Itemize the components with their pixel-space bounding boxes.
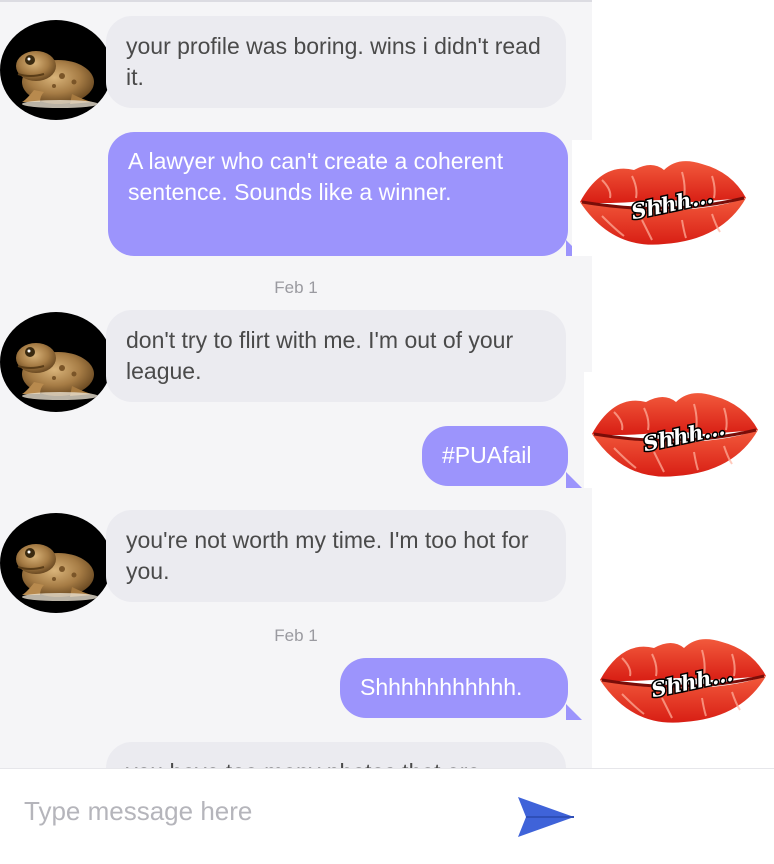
lips-sticker-icon: Shhh...: [584, 372, 764, 488]
message-text: you have too many photos that are: [126, 759, 480, 768]
toad-avatar-icon[interactable]: [0, 513, 112, 613]
toad-avatar-icon[interactable]: [0, 20, 112, 120]
lips-sticker-icon: Shhh...: [572, 140, 752, 256]
sent-message: A lawyer who can't create a coherent sen…: [108, 132, 568, 256]
lips-sticker-icon: Shhh...: [592, 618, 772, 734]
message-input[interactable]: [24, 791, 484, 831]
message-text: Shhhhhhhhhhh.: [360, 674, 523, 700]
sent-message: Shhhhhhhhhhh.: [340, 658, 568, 718]
date-separator: Feb 1: [274, 278, 318, 297]
bubble-tail: [566, 472, 582, 488]
message-text: #PUAfail: [442, 442, 532, 468]
message-text: A lawyer who can't create a coherent sen…: [128, 148, 504, 205]
sent-message: #PUAfail: [422, 426, 568, 486]
received-message: you have too many photos that are: [106, 742, 566, 768]
message-text: your profile was boring. wins i didn't r…: [126, 33, 541, 90]
message-text: don't try to flirt with me. I'm out of y…: [126, 327, 514, 384]
bubble-tail: [566, 704, 582, 720]
received-message: don't try to flirt with me. I'm out of y…: [106, 310, 566, 402]
received-message: you're not worth my time. I'm too hot fo…: [106, 510, 566, 602]
send-arrow-icon[interactable]: [514, 793, 578, 841]
toad-avatar-icon[interactable]: [0, 312, 112, 412]
message-text: you're not worth my time. I'm too hot fo…: [126, 527, 529, 584]
received-message: your profile was boring. wins i didn't r…: [106, 16, 566, 108]
message-composer: [0, 768, 774, 864]
chat-thread[interactable]: your profile was boring. wins i didn't r…: [0, 0, 592, 768]
date-separator: Feb 1: [274, 626, 318, 645]
top-divider: [0, 0, 592, 2]
